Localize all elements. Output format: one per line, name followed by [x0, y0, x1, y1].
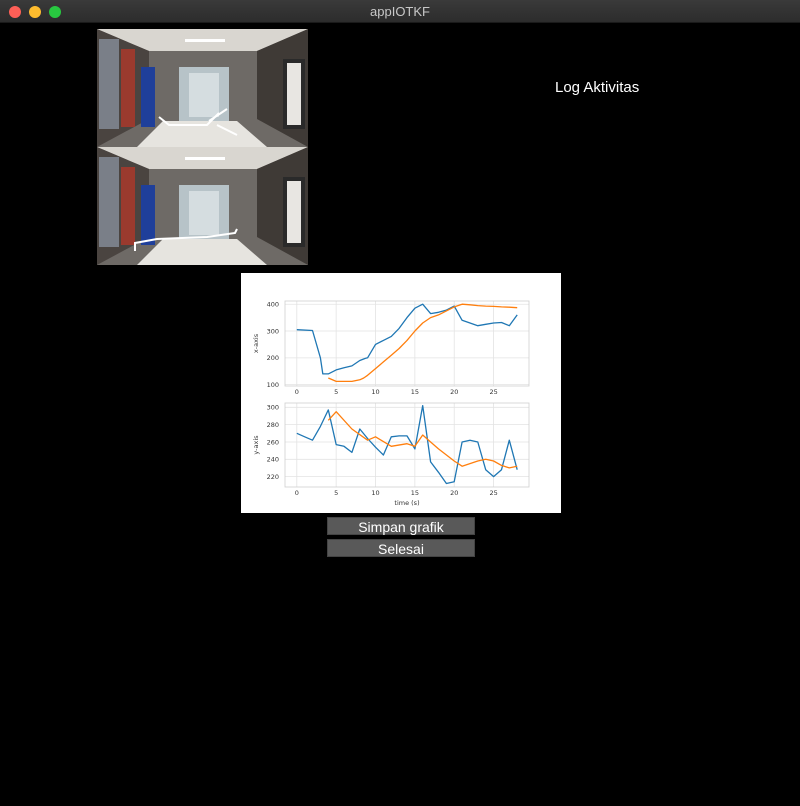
- x-tick-label: 15: [411, 388, 419, 396]
- x-axis-label: time (s): [394, 499, 419, 507]
- camera-frame-top: [97, 29, 308, 147]
- series-line-1: [296, 404, 518, 485]
- x-tick-label: 25: [489, 489, 497, 497]
- x-tick-label: 0: [295, 388, 299, 396]
- y-axis-label: y-axis: [252, 435, 260, 455]
- series-line-2: [328, 303, 518, 383]
- y-axis-label: x-axis: [252, 333, 260, 353]
- y-tick-label: 300: [267, 327, 279, 335]
- tracking-chart-svg: 0 5 10 15 20 25 100 200 300 400 x-axis 0 5 10 15 20 25 22…: [252, 300, 530, 507]
- tracking-chart: 0 5 10 15 20 25 100 200 300 400 x-axis 0 5 10 15 20 25 22…: [241, 273, 561, 513]
- log-activity-title: Log Aktivitas: [555, 79, 640, 96]
- y-tick-label: 280: [267, 421, 279, 429]
- finish-button[interactable]: Selesai: [327, 539, 475, 557]
- y-tick-label: 220: [267, 473, 279, 481]
- y-tick-label: 200: [267, 354, 279, 362]
- camera-frame-bottom: [97, 147, 308, 265]
- plot-frame: [284, 402, 530, 488]
- x-tick-label: 5: [334, 388, 338, 396]
- plot-frame: [284, 300, 530, 387]
- y-tick-label: 300: [267, 404, 279, 412]
- y-tick-label: 260: [267, 438, 279, 446]
- y-tick-label: 400: [267, 301, 279, 309]
- window-title: appIOTKF: [370, 4, 430, 19]
- x-tick-label: 20: [450, 489, 458, 497]
- x-tick-label: 20: [450, 388, 458, 396]
- x-tick-label: 10: [371, 489, 379, 497]
- app-window: appIOTKF Log Aktivitas 0 5 10 15 20 25 1…: [0, 0, 800, 806]
- save-chart-button[interactable]: Simpan grafik: [327, 517, 475, 535]
- x-tick-label: 25: [489, 388, 497, 396]
- x-tick-label: 15: [411, 489, 419, 497]
- y-tick-label: 240: [267, 456, 279, 464]
- x-tick-label: 5: [334, 489, 338, 497]
- title-bar: appIOTKF: [0, 0, 800, 23]
- series-line-1: [296, 303, 518, 375]
- x-tick-label: 0: [295, 489, 299, 497]
- x-tick-label: 10: [371, 388, 379, 396]
- y-tick-label: 100: [267, 381, 279, 389]
